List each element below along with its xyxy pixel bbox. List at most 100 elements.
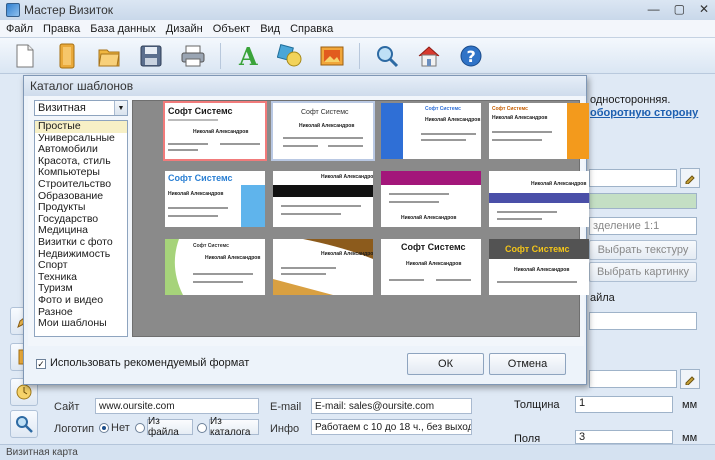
card-line <box>168 215 218 217</box>
text-tool-button[interactable]: A <box>233 41 263 71</box>
arrange-select[interactable]: зделение 1:1 <box>589 217 697 235</box>
choose-picture-button[interactable]: Выбрать картинку <box>589 262 697 282</box>
toolbar-separator <box>220 42 221 69</box>
window-controls: — ▢ ✕ <box>648 2 709 16</box>
logo-from-catalog-label: Из каталога <box>210 416 251 438</box>
card-line <box>220 143 260 145</box>
card-line <box>421 133 476 135</box>
logo-none-radio[interactable] <box>99 423 109 433</box>
logo-from-catalog-button[interactable]: Из каталога <box>209 416 259 438</box>
template-card[interactable]: Софт Системс Николай Александров <box>165 239 265 295</box>
app-icon <box>6 3 20 17</box>
card-company: Софт Системс <box>301 109 349 116</box>
file-field[interactable] <box>589 312 697 330</box>
thickness-value: 1 <box>579 397 586 409</box>
card-company: Софт Системс <box>505 244 570 254</box>
chevron-down-icon[interactable]: ▼ <box>114 101 127 115</box>
close-button[interactable]: ✕ <box>699 2 709 16</box>
menu-view[interactable]: Вид <box>260 23 280 35</box>
text-field[interactable] <box>589 169 677 187</box>
logo-from-file-button[interactable]: Из файла <box>147 416 193 438</box>
card-accent-bar <box>381 171 481 185</box>
home-button[interactable] <box>414 41 444 71</box>
help-icon: ? <box>460 45 482 66</box>
new-document-icon <box>16 44 34 67</box>
maximize-button[interactable]: ▢ <box>674 2 685 16</box>
zoom-icon <box>377 45 399 67</box>
open-file-button[interactable] <box>94 41 124 71</box>
pick-border-color-button[interactable] <box>680 369 700 389</box>
category-item[interactable]: Визитки с фото <box>35 236 127 249</box>
category-list[interactable]: Простые Универсальные Автомобили Красота, с… <box>34 120 128 337</box>
category-item[interactable]: Мои шаблоны <box>35 317 127 330</box>
card-company: Софт Системс <box>168 173 233 183</box>
zoom-button[interactable] <box>372 41 402 71</box>
ok-button[interactable]: ОК <box>407 353 484 375</box>
side-button-search[interactable] <box>10 410 38 438</box>
category-item[interactable]: Спорт <box>35 260 127 272</box>
recommended-format-checkbox[interactable]: ✓ <box>36 359 46 369</box>
help-button[interactable]: ? <box>456 41 486 71</box>
status-bar: Визитная карта <box>0 444 715 460</box>
back-side-link[interactable]: оборотную сторону <box>590 107 698 119</box>
template-card[interactable]: Николай Александров <box>273 239 373 295</box>
border-color-field[interactable] <box>589 370 677 388</box>
template-card[interactable]: Софт Системс Николай Александров <box>165 171 265 227</box>
category-item[interactable]: Строительство <box>35 178 127 191</box>
category-item[interactable]: Простые <box>35 120 127 133</box>
logo-catalog-radio[interactable] <box>197 423 207 433</box>
card-accent-bar <box>381 103 403 159</box>
template-card[interactable]: Софт Системс Николай Александров <box>381 103 481 159</box>
new-document-button[interactable] <box>10 41 40 71</box>
minimize-button[interactable]: — <box>648 2 660 16</box>
template-card[interactable]: Николай Александров <box>273 171 373 227</box>
menu-edit[interactable]: Правка <box>43 23 80 35</box>
menu-database[interactable]: База данных <box>90 23 156 35</box>
template-catalog-dialog: Каталог шаблонов Визитная ▼ Простые Униве… <box>23 75 589 385</box>
margins-input[interactable]: 3 <box>575 430 673 444</box>
card-accent-bar <box>273 185 373 197</box>
menu-help[interactable]: Справка <box>290 23 333 35</box>
thickness-input[interactable]: 1 <box>575 396 673 413</box>
menu-file[interactable]: Файл <box>6 23 33 35</box>
print-button[interactable] <box>178 41 208 71</box>
shapes-tool-icon <box>277 43 302 66</box>
clock-icon <box>16 384 32 400</box>
choose-texture-button[interactable]: Выбрать текстуру <box>589 240 697 260</box>
card-company: Софт Системс <box>401 242 466 252</box>
logo-file-radio[interactable] <box>135 423 145 433</box>
ok-label: ОК <box>438 358 453 370</box>
logo-none-label: Нет <box>111 422 130 434</box>
thickness-unit: мм <box>682 399 698 411</box>
svg-text:?: ? <box>467 47 476 66</box>
template-card[interactable]: Софт Системс Николай Александров <box>271 101 375 161</box>
template-card[interactable]: Софт Системс Николай Александров <box>163 101 267 161</box>
template-card[interactable]: Николай Александров <box>489 171 589 227</box>
cancel-button[interactable]: Отмена <box>489 353 566 375</box>
card-type-select[interactable]: Визитная ▼ <box>34 100 128 116</box>
shapes-tool-button[interactable] <box>275 41 305 71</box>
card-accent-bar <box>241 185 265 227</box>
template-card[interactable]: Николай Александров <box>381 171 481 227</box>
image-tool-button[interactable] <box>317 41 347 71</box>
card-line <box>283 137 363 139</box>
card-line <box>281 273 326 275</box>
site-input[interactable]: www.oursite.com <box>95 398 259 414</box>
template-card[interactable]: Софт Системс Николай Александров <box>489 103 589 159</box>
info-input[interactable]: Работаем с 10 до 18 ч., без выходных <box>311 419 472 435</box>
card-company: Софт Системс <box>425 106 461 112</box>
template-card[interactable]: Софт Системс Николай Александров <box>381 239 481 295</box>
category-item[interactable]: Продукты <box>35 202 127 214</box>
open-folder-button[interactable] <box>52 41 82 71</box>
menu-object[interactable]: Объект <box>213 23 250 35</box>
card-line <box>497 211 557 213</box>
color-swatch[interactable] <box>589 193 697 209</box>
menu-design[interactable]: Дизайн <box>166 23 203 35</box>
card-company: Софт Системс <box>492 106 528 112</box>
one-sided-text: односторонняя. <box>590 94 671 106</box>
email-input[interactable]: E-mail: sales@oursite.com <box>311 398 472 414</box>
save-button[interactable] <box>136 41 166 71</box>
category-item[interactable]: Фото и видео <box>35 294 127 307</box>
pick-color-button[interactable] <box>680 168 700 188</box>
template-card[interactable]: Софт Системс Николай Александров <box>489 239 589 295</box>
